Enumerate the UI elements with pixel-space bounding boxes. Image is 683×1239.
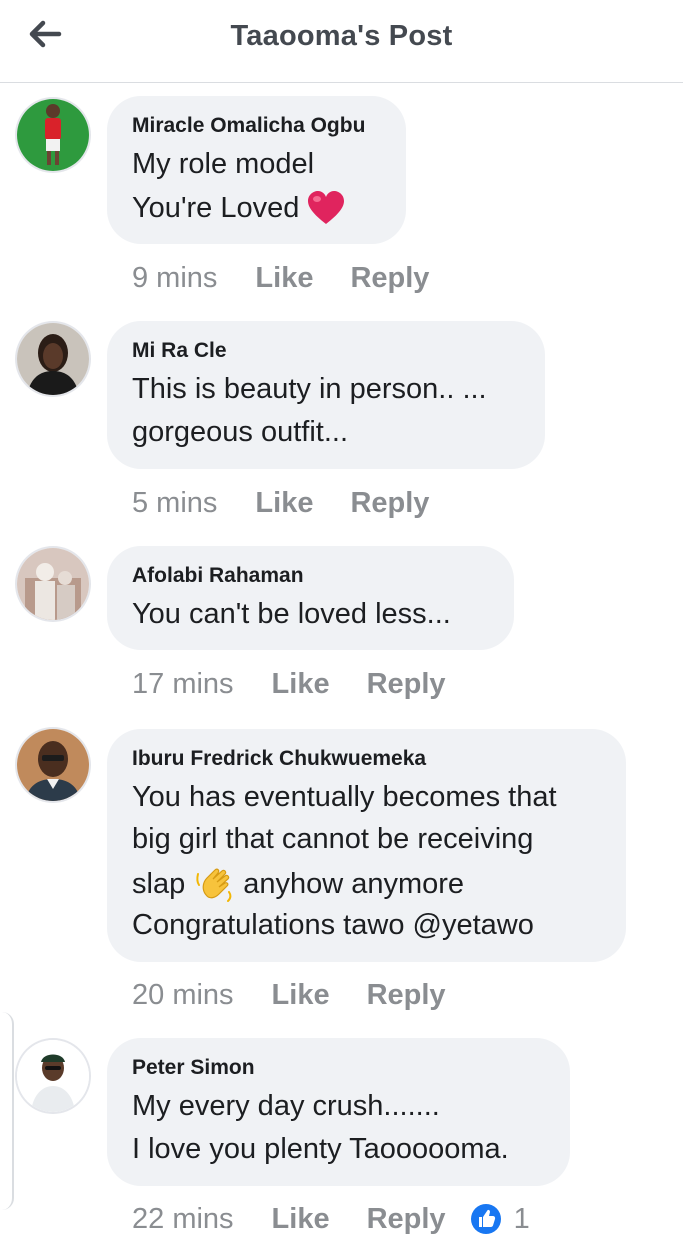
- page-title: Taaooma's Post: [230, 20, 453, 52]
- comment-text-line: slap anyhow anymore: [132, 866, 464, 902]
- comment-author[interactable]: Iburu Fredrick Chukwuemeka: [132, 747, 426, 771]
- comment-text-line: You're Loved: [132, 191, 345, 225]
- comment-text: You has eventually becomes that: [132, 781, 557, 813]
- comment-author[interactable]: Miracle Omalicha Ogbu: [132, 114, 365, 138]
- comment-text: This is beauty in person.. ...: [132, 373, 487, 405]
- comment-text: You can't be loved less...: [132, 598, 451, 630]
- comment-text: I love you plenty Taoooooma.: [132, 1133, 509, 1165]
- reply-button[interactable]: Reply: [350, 487, 429, 520]
- reply-button[interactable]: Reply: [350, 262, 429, 295]
- comment-actions: 22 mins Like Reply 1: [132, 1199, 530, 1239]
- comment-text: slap: [132, 867, 186, 900]
- comment-author[interactable]: Afolabi Rahaman: [132, 564, 304, 588]
- heart-emoji-icon: [308, 191, 345, 224]
- like-button[interactable]: Like: [272, 668, 330, 701]
- comment-actions: 9 mins Like Reply: [132, 258, 429, 298]
- reaction-count: 1: [513, 1202, 530, 1235]
- like-button[interactable]: Like: [272, 979, 330, 1012]
- reply-button[interactable]: Reply: [367, 1203, 446, 1236]
- comment-text: Congratulations tawo @yetawo: [132, 909, 534, 941]
- comment-bubble: Iburu Fredrick Chukwuemeka You has event…: [107, 729, 626, 962]
- comment-timestamp[interactable]: 17 mins: [132, 668, 234, 701]
- reaction-summary[interactable]: 1: [470, 1203, 530, 1236]
- comment-text: My role model: [132, 148, 315, 180]
- comment-bubble: Miracle Omalicha Ogbu My role model You'…: [107, 96, 406, 244]
- comment-bubble: Mi Ra Cle This is beauty in person.. ...…: [107, 321, 545, 469]
- reply-button[interactable]: Reply: [367, 979, 446, 1012]
- comment-actions: 17 mins Like Reply: [132, 664, 446, 704]
- avatar[interactable]: [17, 99, 89, 171]
- avatar[interactable]: [17, 548, 89, 620]
- avatar[interactable]: [17, 1040, 89, 1112]
- comment-actions: 5 mins Like Reply: [132, 483, 429, 523]
- comment-text: You're Loved: [132, 191, 300, 224]
- comment-author[interactable]: Mi Ra Cle: [132, 339, 227, 363]
- comment-bubble: Afolabi Rahaman You can't be loved less.…: [107, 546, 514, 650]
- comment-text: My every day crush.......: [132, 1090, 440, 1122]
- comment-actions: 20 mins Like Reply: [132, 975, 446, 1015]
- reply-button[interactable]: Reply: [367, 668, 446, 701]
- like-button[interactable]: Like: [255, 487, 313, 520]
- like-button[interactable]: Like: [272, 1203, 330, 1236]
- like-button[interactable]: Like: [255, 262, 313, 295]
- thumbs-up-icon: [470, 1204, 501, 1234]
- comment-text: gorgeous outfit...: [132, 416, 349, 448]
- top-bar: Taaooma's Post: [0, 0, 683, 83]
- comment-author[interactable]: Peter Simon: [132, 1056, 255, 1080]
- comment-bubble: Peter Simon My every day crush....... I …: [107, 1038, 570, 1186]
- comment-text: anyhow anymore: [243, 867, 465, 900]
- comment-timestamp[interactable]: 22 mins: [132, 1203, 234, 1236]
- comment-timestamp[interactable]: 5 mins: [132, 487, 217, 520]
- avatar[interactable]: [17, 729, 89, 801]
- comment-timestamp[interactable]: 20 mins: [132, 979, 234, 1012]
- comment-text: big girl that cannot be receiving: [132, 823, 534, 855]
- side-panel-edge[interactable]: [0, 1012, 14, 1210]
- avatar[interactable]: [17, 323, 89, 395]
- comment-timestamp[interactable]: 9 mins: [132, 262, 217, 295]
- waving-hand-emoji-icon: [196, 868, 232, 902]
